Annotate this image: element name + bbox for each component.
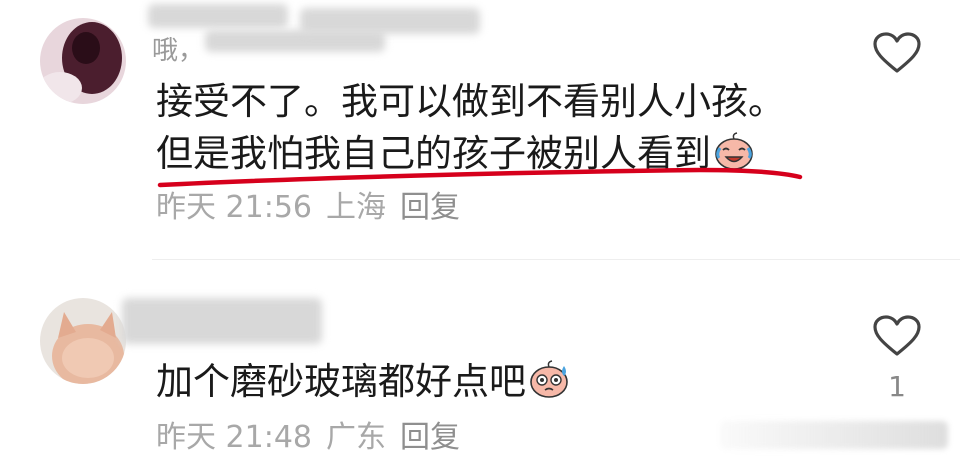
avatar[interactable] — [40, 298, 126, 384]
like-button[interactable] — [872, 314, 922, 358]
username-text: 哦， — [152, 36, 205, 66]
username[interactable]: 哦， — [152, 30, 204, 66]
comment-meta: 昨天 21:48 广东 回复 — [156, 412, 474, 456]
avatar-image — [40, 18, 126, 104]
reply-button[interactable]: 回复 — [400, 190, 460, 225]
comment-text: 接受不了。我可以做到不看别人小孩。 但是我怕我自己的孩子被别人看到 — [156, 76, 785, 180]
crying-laughing-emoji-icon — [715, 132, 753, 170]
avatar[interactable] — [40, 18, 126, 104]
username-redaction — [300, 8, 480, 34]
sweating-emoji-icon — [530, 360, 568, 398]
watermark — [720, 421, 948, 449]
comment-meta: 昨天 21:56 上海 回复 — [156, 182, 474, 226]
like-count: 1 — [888, 370, 906, 403]
like-button[interactable] — [872, 31, 922, 75]
heart-icon — [873, 32, 921, 73]
comment-item: 哦， 接受不了。我可以做到不看别人小孩。 但是我怕我自己的孩子被别人看到 昨天 … — [0, 0, 960, 259]
comment-text-segment: 加个磨砂玻璃都好点吧 — [156, 360, 526, 403]
comment-location: 上海 — [326, 190, 386, 225]
comment-time: 昨天 21:48 — [156, 420, 312, 455]
comment-text: 加个磨砂玻璃都好点吧 — [156, 356, 570, 408]
comment-text-line: 但是我怕我自己的孩子被别人看到 — [156, 128, 785, 180]
comment-text-line: 加个磨砂玻璃都好点吧 — [156, 356, 570, 408]
heart-icon — [873, 315, 921, 356]
comment-time: 昨天 21:56 — [156, 190, 312, 225]
reply-button[interactable]: 回复 — [400, 420, 460, 455]
comment-location: 广东 — [326, 420, 386, 455]
username-redaction — [148, 4, 288, 28]
comment-text-line: 接受不了。我可以做到不看别人小孩。 — [156, 80, 785, 123]
comment-text-segment: 但是我怕我自己的孩子被别人看到 — [156, 132, 711, 175]
avatar-image — [40, 298, 126, 384]
username-redaction — [122, 298, 322, 344]
